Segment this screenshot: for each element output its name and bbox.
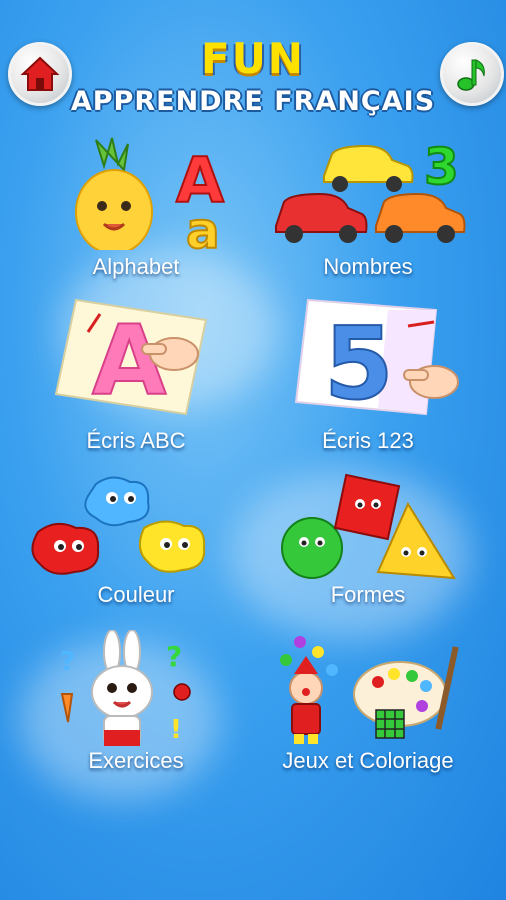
menu-label-jeux-coloriage: Jeux et Coloriage [282, 748, 454, 773]
bunny-illustration: ? ? ! [60, 630, 191, 746]
app-title: FUN [201, 34, 305, 83]
trace-letter-illustration: A [54, 298, 208, 418]
menu-tile-jeux-coloriage[interactable]: Jeux et Coloriage [258, 630, 478, 780]
exclamation-mark: ! [170, 715, 182, 745]
menu-label-formes: Formes [330, 582, 406, 607]
paint-blobs-illustration [31, 476, 206, 575]
clown-palette-illustration [280, 636, 459, 744]
menu-label-ecris-123: Écris 123 [322, 428, 414, 453]
trace-number-illustration: 5 [294, 298, 459, 420]
menu-tile-exercices[interactable]: ? ? ! Exercices [26, 630, 246, 780]
menu-label-alphabet: Alphabet [92, 254, 180, 279]
menu-label-nombres: Nombres [323, 254, 413, 279]
cars-number-illustration: 3 [275, 137, 466, 243]
app-subtitle: APPRENDRE FRANÇAIS [70, 86, 436, 117]
menu-tile-formes[interactable]: Formes [258, 470, 478, 610]
menu-tile-alphabet[interactable]: A a Alphabet [26, 130, 246, 280]
menu-tile-ecris-123[interactable]: 5 Écris 123 [258, 290, 478, 460]
menu-tile-ecris-abc[interactable]: A Écris ABC [26, 290, 246, 460]
trace-number-five: 5 [324, 305, 394, 420]
menu-label-exercices: Exercices [88, 748, 184, 773]
question-mark-right: ? [166, 640, 182, 673]
menu-label-ecris-abc: Écris ABC [86, 428, 186, 453]
menu-label-couleur: Couleur [97, 582, 175, 607]
question-mark-left: ? [60, 647, 75, 677]
pineapple-letters-illustration: A a [75, 137, 225, 250]
menu-tile-couleur[interactable]: Couleur [26, 470, 246, 610]
shapes-illustration [281, 473, 456, 580]
menu-tile-nombres[interactable]: 3 Nombres [258, 130, 478, 280]
number-three: 3 [424, 138, 459, 196]
letter-a-lower: a [186, 202, 220, 250]
